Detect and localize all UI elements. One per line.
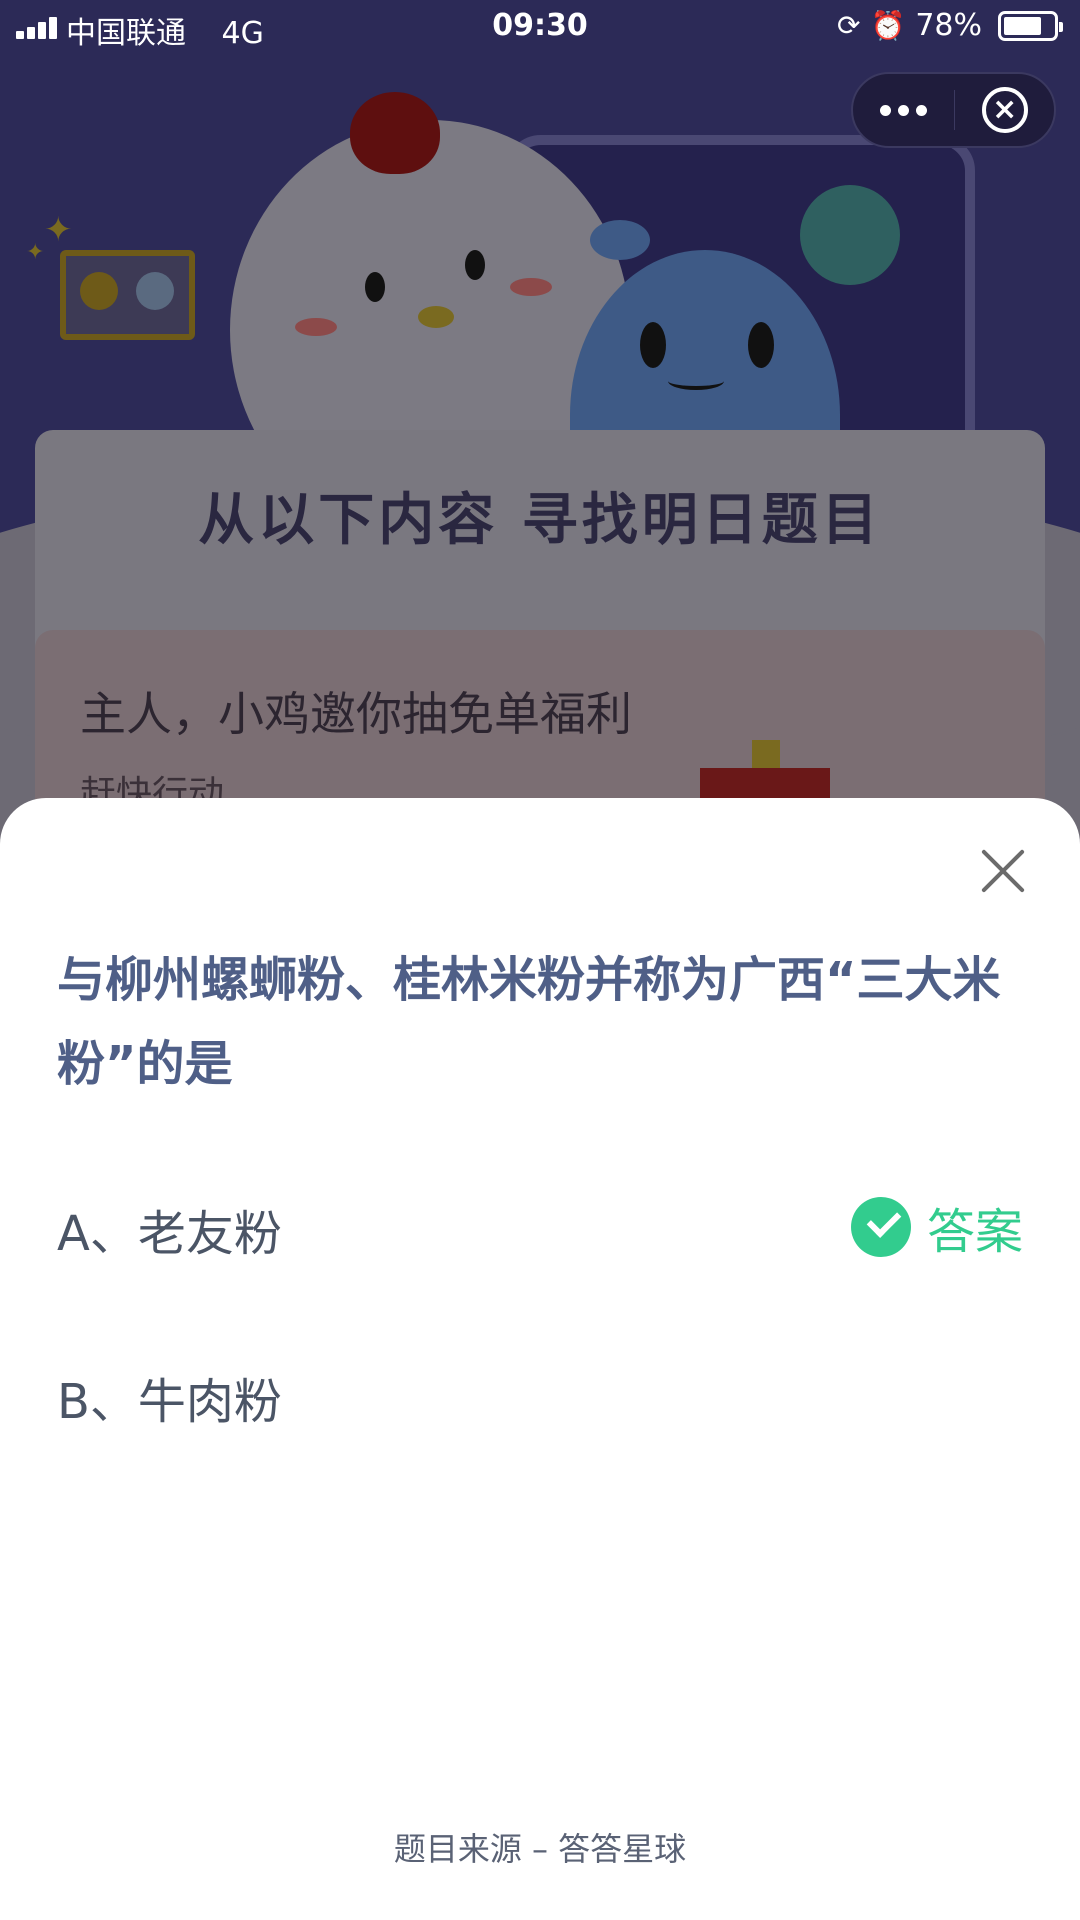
promo-title: 主人，小鸡邀你抽免单福利 <box>80 687 632 741</box>
battery-fill <box>1004 16 1041 35</box>
silver-medal-icon <box>136 272 174 310</box>
circle-close-icon: × <box>981 87 1028 133</box>
option-a[interactable]: A、老友粉 答案 <box>57 1182 1023 1262</box>
chick-cheek <box>295 318 337 336</box>
battery-icon <box>998 10 1063 41</box>
planet-illustration <box>800 185 900 285</box>
gold-medal-icon <box>80 272 118 310</box>
blob-eye <box>748 322 774 368</box>
answer-tag: 答案 <box>850 1192 1023 1262</box>
more-dots-icon[interactable] <box>853 74 954 146</box>
alarm-icon: ⏰ <box>870 9 906 42</box>
status-bar: 中国联通 4G 09:30 ⟳ ⏰ 78% <box>0 0 1080 54</box>
sparkle-icon: ✦ <box>44 210 73 250</box>
chick-eye <box>465 250 485 280</box>
content-heading: 从以下内容 寻找明日题目 <box>198 488 882 553</box>
rotation-lock-icon: ⟳ <box>836 9 861 42</box>
capsule-close-button[interactable]: × <box>955 74 1054 146</box>
battery-tip <box>1059 21 1063 32</box>
status-right-group: ⟳ ⏰ 78% <box>836 8 1063 43</box>
option-b[interactable]: B、牛肉粉 <box>57 1350 1023 1430</box>
answer-label: 答案 <box>926 1204 1023 1260</box>
question-sheet: 与柳州螺蛳粉、桂林米粉并称为广西“三大米粉”的是 A、老友粉 答案 B、牛肉粉 … <box>0 798 1080 1920</box>
sparkle-icon: ✦ <box>26 240 45 265</box>
medal-frame-illustration <box>60 250 195 340</box>
question-source: 题目来源 – 答答星球 <box>393 1830 687 1868</box>
chick-beak <box>418 306 454 328</box>
chick-eye <box>365 272 385 302</box>
battery-percentage: 78% <box>915 8 982 43</box>
option-b-text: B、牛肉粉 <box>57 1374 282 1430</box>
blob-eye <box>640 322 666 368</box>
close-x-icon[interactable] <box>970 838 1036 904</box>
chick-cheek <box>510 278 552 296</box>
option-a-text: A、老友粉 <box>57 1206 282 1262</box>
chick-comb <box>350 92 440 174</box>
blob-antenna <box>590 220 650 260</box>
question-text: 与柳州螺蛳粉、桂林米粉并称为广西“三大米粉”的是 <box>57 952 1001 1092</box>
blob-mouth <box>668 372 724 390</box>
check-circle-icon <box>850 1197 911 1257</box>
mini-program-capsule: × <box>851 72 1056 148</box>
